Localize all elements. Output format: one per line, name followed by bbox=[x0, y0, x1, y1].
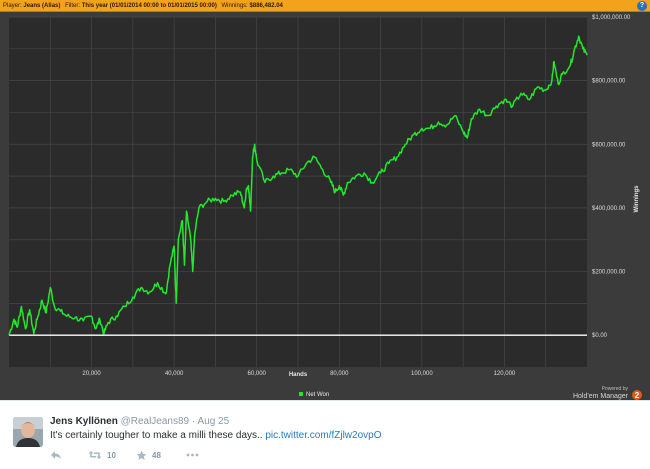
tweet-body: It's certainly tougher to make a milli t… bbox=[50, 430, 263, 441]
favorite-count: 48 bbox=[152, 450, 161, 460]
separator-dot: · bbox=[191, 416, 196, 427]
player-value[interactable]: Jeans (Alias) bbox=[23, 3, 60, 9]
y-tick-label: $800,000.00 bbox=[592, 79, 626, 85]
holdem-manager-logo: Powered by Hold'em Manager 2 bbox=[573, 386, 642, 400]
x-axis-title: Hands bbox=[289, 372, 308, 378]
tweet-date[interactable]: Aug 25 bbox=[197, 416, 229, 427]
retweet-count: 10 bbox=[107, 450, 116, 460]
winnings-label: Winnings: bbox=[221, 3, 248, 9]
reply-button[interactable] bbox=[50, 449, 62, 461]
tweet-text: It's certainly tougher to make a milli t… bbox=[50, 430, 382, 441]
author-handle[interactable]: @RealJeans89 bbox=[121, 416, 190, 427]
player-label: Player: bbox=[3, 3, 22, 9]
filter-bar: Player: Jeans (Alias) Filter: This year … bbox=[0, 0, 650, 12]
y-axis-title: Winnings bbox=[634, 185, 640, 213]
retweet-icon bbox=[88, 451, 102, 459]
screenshot: Player: Jeans (Alias) Filter: This year … bbox=[0, 0, 650, 469]
favorite-button[interactable]: 48 bbox=[136, 449, 161, 461]
more-button[interactable] bbox=[186, 449, 199, 461]
tweet-media-link[interactable]: pic.twitter.com/fZjlw2ovpO bbox=[265, 430, 381, 441]
product-name: Hold'em Manager bbox=[573, 393, 629, 400]
version-number: 2 bbox=[635, 391, 640, 400]
tweet: Jens Kyllönen @RealJeans89 · Aug 25 It's… bbox=[0, 400, 650, 469]
filter-value[interactable]: This year (01/01/2014 00:00 to 01/01/201… bbox=[82, 3, 217, 9]
x-tick-label: 100,000 bbox=[411, 371, 433, 377]
reply-icon bbox=[51, 451, 61, 459]
x-tick-label: 80,000 bbox=[330, 371, 349, 377]
retweet-button[interactable]: 10 bbox=[88, 449, 116, 461]
y-tick-label: $0.00 bbox=[592, 333, 608, 339]
y-tick-label: $200,000.00 bbox=[592, 270, 626, 276]
star-icon bbox=[136, 450, 147, 460]
filter-label: Filter: bbox=[65, 3, 81, 9]
powered-by-text: Powered by bbox=[602, 386, 629, 392]
more-icon bbox=[186, 453, 199, 457]
tweet-header: Jens Kyllönen @RealJeans89 · Aug 25 bbox=[50, 416, 229, 427]
winnings-chart-panel: $0.00 $200,000.00 $400,000.00 $600,000.00 $8… bbox=[0, 12, 650, 400]
legend-swatch bbox=[299, 392, 303, 396]
y-tick-label: $400,000.00 bbox=[592, 206, 626, 212]
author-name[interactable]: Jens Kyllönen bbox=[50, 416, 118, 427]
help-icon[interactable]: ? bbox=[637, 1, 647, 11]
x-tick-label: 60,000 bbox=[248, 371, 267, 377]
x-tick-label: 20,000 bbox=[82, 371, 101, 377]
legend-label: Net Won bbox=[306, 392, 329, 398]
x-tick-label: 120,000 bbox=[494, 371, 516, 377]
winnings-graph: $0.00 $200,000.00 $400,000.00 $600,000.00 $8… bbox=[8, 15, 642, 400]
y-tick-label: $600,000.00 bbox=[592, 142, 626, 148]
y-tick-labels: $0.00 $200,000.00 $400,000.00 $600,000.00 $8… bbox=[592, 15, 631, 339]
y-tick-label: $1,000,000.00 bbox=[592, 15, 631, 21]
x-tick-label: 40,000 bbox=[165, 371, 184, 377]
avatar[interactable] bbox=[13, 417, 43, 447]
winnings-value: $886,482.04 bbox=[249, 3, 283, 9]
legend: Net Won bbox=[299, 392, 329, 398]
